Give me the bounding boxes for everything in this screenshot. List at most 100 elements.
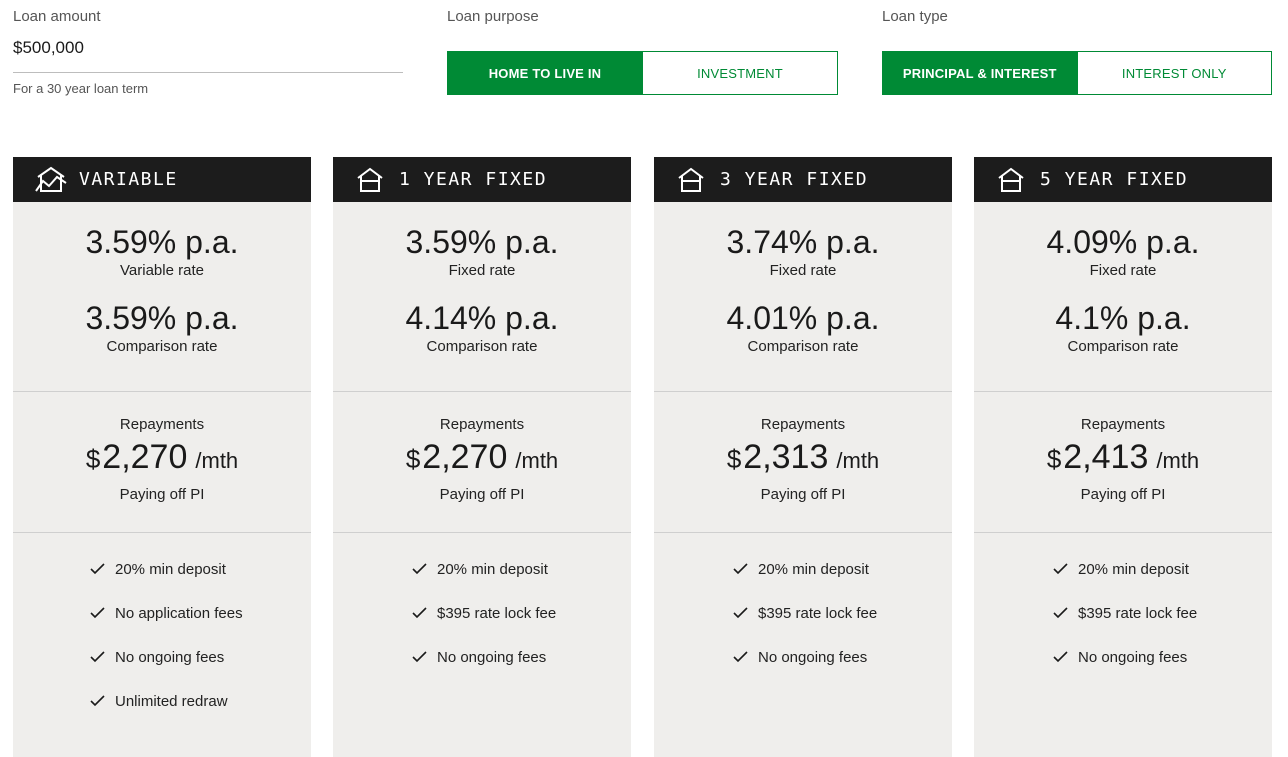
- feature-label: No ongoing fees: [1078, 649, 1188, 666]
- type-interest-only-button[interactable]: INTEREST ONLY: [1077, 51, 1272, 95]
- check-icon: [1048, 605, 1072, 619]
- card-header: 1 YEAR FIXED: [333, 157, 631, 202]
- interest-rate: 3.59% p.a.: [85, 224, 239, 260]
- feature-item: No ongoing fees: [728, 649, 952, 693]
- feature-label: Unlimited redraw: [115, 693, 228, 710]
- house-chart-icon: [35, 166, 67, 194]
- feature-item: 20% min deposit: [1048, 561, 1272, 605]
- rates-section: 3.59% p.a. Variable rate 3.59% p.a. Compari…: [13, 202, 311, 392]
- feature-label: No ongoing fees: [115, 649, 225, 666]
- loan-term-hint: For a 30 year loan term: [13, 81, 149, 96]
- features-list: 20% min deposit No application fees No ong…: [13, 533, 311, 737]
- repayment-value: 2,270: [102, 438, 188, 476]
- card-title: 5 YEAR FIXED: [1040, 169, 1189, 190]
- repayment-amount: $2,270/mth: [333, 437, 631, 484]
- feature-label: 20% min deposit: [437, 561, 548, 578]
- check-icon: [728, 561, 752, 575]
- loan-amount-label: Loan amount: [13, 8, 101, 25]
- repayments-label: Repayments: [119, 416, 205, 433]
- interest-rate: 4.09% p.a.: [1046, 224, 1200, 260]
- comparison-rate-label: Comparison rate: [426, 338, 538, 355]
- repayments-label: Repayments: [439, 416, 525, 433]
- repayment-value: 2,313: [743, 438, 829, 476]
- house-icon: [996, 166, 1028, 194]
- feature-label: No application fees: [115, 605, 243, 622]
- check-icon: [85, 693, 109, 707]
- rate-card: VARIABLE 3.59% p.a. Variable rate 3.59% p.a…: [13, 157, 311, 757]
- check-icon: [1048, 561, 1072, 575]
- interest-rate-label: Fixed rate: [769, 262, 837, 279]
- repayments-section: Repayments $2,313/mth Paying off PI: [654, 392, 952, 533]
- repayment-amount: $2,413/mth: [974, 437, 1272, 484]
- feature-item: $395 rate lock fee: [1048, 605, 1272, 649]
- loan-amount-input[interactable]: $500,000: [13, 38, 84, 58]
- feature-item: No ongoing fees: [85, 649, 311, 693]
- comparison-rate-label: Comparison rate: [747, 338, 859, 355]
- repayment-amount: $2,313/mth: [654, 437, 952, 484]
- repayment-type: Paying off PI: [760, 486, 846, 503]
- loan-type-label: Loan type: [882, 8, 948, 25]
- card-title: 1 YEAR FIXED: [399, 169, 548, 190]
- currency-symbol: $: [1046, 444, 1062, 474]
- comparison-rate-label: Comparison rate: [106, 338, 218, 355]
- repayments-section: Repayments $2,413/mth Paying off PI: [974, 392, 1272, 533]
- rates-section: 3.59% p.a. Fixed rate 4.14% p.a. Comparison…: [333, 202, 631, 392]
- interest-rate-label: Fixed rate: [448, 262, 516, 279]
- feature-label: 20% min deposit: [115, 561, 226, 578]
- feature-item: 20% min deposit: [85, 561, 311, 605]
- type-principal-interest-button[interactable]: PRINCIPAL & INTEREST: [882, 51, 1078, 95]
- currency-symbol: $: [405, 444, 421, 474]
- rates-section: 3.74% p.a. Fixed rate 4.01% p.a. Comparison…: [654, 202, 952, 392]
- feature-item: No ongoing fees: [1048, 649, 1272, 693]
- repayments-section: Repayments $2,270/mth Paying off PI: [333, 392, 631, 533]
- check-icon: [85, 649, 109, 663]
- feature-item: 20% min deposit: [728, 561, 952, 605]
- currency-symbol: $: [85, 444, 101, 474]
- rate-card: 1 YEAR FIXED 3.59% p.a. Fixed rate 4.14% p.…: [333, 157, 631, 757]
- repayment-period: /mth: [836, 448, 880, 473]
- check-icon: [728, 649, 752, 663]
- feature-label: No ongoing fees: [437, 649, 547, 666]
- comparison-rate: 3.59% p.a.: [85, 300, 239, 336]
- repayment-value: 2,270: [422, 438, 508, 476]
- purpose-investment-button[interactable]: INVESTMENT: [643, 51, 838, 95]
- feature-item: Unlimited redraw: [85, 693, 311, 737]
- rates-section: 4.09% p.a. Fixed rate 4.1% p.a. Comparison …: [974, 202, 1272, 392]
- repayment-type: Paying off PI: [439, 486, 525, 503]
- check-icon: [407, 605, 431, 619]
- interest-rate: 3.59% p.a.: [405, 224, 559, 260]
- card-header: 5 YEAR FIXED: [974, 157, 1272, 202]
- features-list: 20% min deposit $395 rate lock fee No ongo…: [654, 533, 952, 693]
- rate-card: 5 YEAR FIXED 4.09% p.a. Fixed rate 4.1% p.a…: [974, 157, 1272, 757]
- features-list: 20% min deposit $395 rate lock fee No ongo…: [974, 533, 1272, 693]
- repayment-period: /mth: [515, 448, 559, 473]
- check-icon: [728, 605, 752, 619]
- features-list: 20% min deposit $395 rate lock fee No ongo…: [333, 533, 631, 693]
- loan-amount-underline: [13, 72, 403, 73]
- house-icon: [676, 166, 708, 194]
- feature-item: $395 rate lock fee: [407, 605, 631, 649]
- check-icon: [1048, 649, 1072, 663]
- loan-purpose-toggle: HOME TO LIVE IN INVESTMENT: [447, 51, 838, 95]
- comparison-rate: 4.1% p.a.: [1055, 300, 1191, 336]
- card-header: VARIABLE: [13, 157, 311, 202]
- feature-item: No ongoing fees: [407, 649, 631, 693]
- repayment-type: Paying off PI: [119, 486, 205, 503]
- repayment-period: /mth: [195, 448, 239, 473]
- card-title: 3 YEAR FIXED: [720, 169, 869, 190]
- rate-card: 3 YEAR FIXED 3.74% p.a. Fixed rate 4.01% p.…: [654, 157, 952, 757]
- check-icon: [407, 649, 431, 663]
- feature-item: $395 rate lock fee: [728, 605, 952, 649]
- house-icon: [355, 166, 387, 194]
- feature-label: $395 rate lock fee: [1078, 605, 1198, 622]
- interest-rate: 3.74% p.a.: [726, 224, 880, 260]
- comparison-rate: 4.01% p.a.: [726, 300, 880, 336]
- repayments-label: Repayments: [760, 416, 846, 433]
- feature-label: 20% min deposit: [758, 561, 869, 578]
- check-icon: [407, 561, 431, 575]
- interest-rate-label: Variable rate: [120, 262, 204, 279]
- repayments-section: Repayments $2,270/mth Paying off PI: [13, 392, 311, 533]
- card-title: VARIABLE: [79, 169, 178, 190]
- feature-label: $395 rate lock fee: [437, 605, 557, 622]
- purpose-home-button[interactable]: HOME TO LIVE IN: [447, 51, 643, 95]
